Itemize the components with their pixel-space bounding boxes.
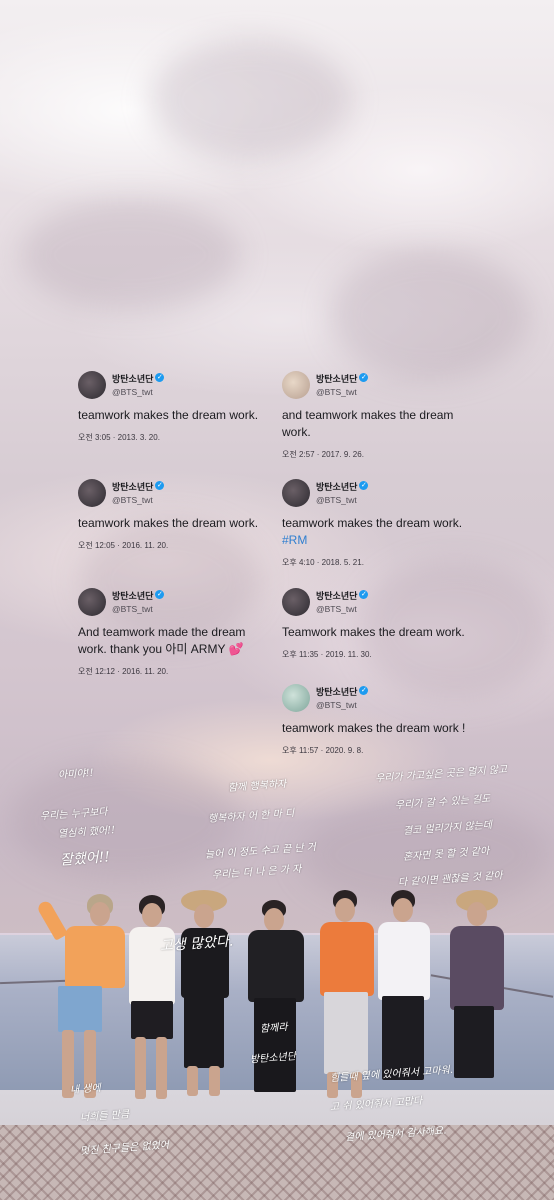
person-figure bbox=[125, 895, 180, 1105]
verified-badge-icon: ✓ bbox=[155, 481, 165, 491]
verified-badge-icon: ✓ bbox=[359, 481, 369, 491]
avatar bbox=[282, 479, 310, 507]
tweet-author: 방탄소년단 bbox=[316, 591, 358, 601]
tweet-date: 2016. 11. 20. bbox=[122, 541, 169, 550]
tweet-card: 방탄소년단 ✓ @BTS_twt teamwork makes the dream… bbox=[78, 478, 278, 551]
person-figure bbox=[175, 890, 240, 1105]
verified-badge-icon: ✓ bbox=[359, 373, 369, 383]
tweet-text-wrap: And teamwork made the dream work. thank … bbox=[78, 624, 263, 658]
tweet-date: 2018. 5. 21. bbox=[321, 558, 364, 567]
tweet-author: 방탄소년단 bbox=[316, 687, 358, 697]
tweet-time: 오전 2:57 bbox=[282, 450, 315, 459]
person-figure bbox=[35, 890, 130, 1105]
cloud bbox=[20, 200, 240, 310]
tweet-time: 오전 12:12 bbox=[78, 667, 115, 676]
tweet-handle: @BTS_twt bbox=[316, 495, 357, 505]
avatar bbox=[282, 371, 310, 399]
avatar bbox=[282, 684, 310, 712]
tweet-date: 2013. 3. 20. bbox=[117, 433, 160, 442]
tweet-text: Teamwork makes the dream work. bbox=[282, 625, 465, 639]
tweet-card: 방탄소년단 ✓ @BTS_twt Teamwork makes the dream… bbox=[282, 587, 482, 660]
tweet-date: 2020. 9. 8. bbox=[325, 746, 364, 755]
handwritten-note: 내 생에 bbox=[69, 1082, 102, 1097]
verified-badge-icon: ✓ bbox=[359, 590, 369, 600]
tweet-text: teamwork makes the dream work. bbox=[282, 516, 463, 530]
tweet-card: 방탄소년단 ✓ @BTS_twt teamwork makes the dream… bbox=[282, 683, 482, 756]
tweet-handle: @BTS_twt bbox=[316, 604, 357, 614]
tweet-handle: @BTS_twt bbox=[316, 700, 357, 710]
handwritten-note: 함께라 bbox=[259, 1022, 288, 1035]
handwritten-note: 아미야!! bbox=[57, 767, 94, 782]
tweet-hashtag[interactable]: #RM bbox=[282, 532, 482, 549]
tweet-time: 오후 4:10 bbox=[282, 558, 315, 567]
tweet-text: teamwork makes the dream work. bbox=[78, 408, 259, 422]
tweet-handle: @BTS_twt bbox=[112, 495, 153, 505]
tweet-text: teamwork makes the dream work. bbox=[78, 516, 259, 530]
tweet-card: 방탄소년단 ✓ @BTS_twt And teamwork made the dr… bbox=[78, 587, 278, 677]
tweet-card: 방탄소년단 ✓ @BTS_twt teamwork makes the dream… bbox=[78, 370, 278, 443]
verified-badge-icon: ✓ bbox=[359, 686, 369, 696]
tweet-card: 방탄소년단 ✓ @BTS_twt and teamwork makes the d… bbox=[282, 370, 482, 460]
tweet-date: 2017. 9. 26. bbox=[321, 450, 364, 459]
tweet-text: And teamwork made the dream work. thank … bbox=[78, 625, 246, 656]
avatar bbox=[78, 588, 106, 616]
cloud bbox=[150, 40, 350, 160]
avatar bbox=[282, 588, 310, 616]
deck-net bbox=[0, 1125, 554, 1200]
verified-badge-icon: ✓ bbox=[155, 590, 165, 600]
tweet-author: 방탄소년단 bbox=[112, 374, 154, 384]
tweet-handle: @BTS_twt bbox=[112, 387, 153, 397]
tweet-text: teamwork makes the dream work ! bbox=[282, 721, 466, 735]
cloud bbox=[330, 250, 530, 380]
tweet-author: 방탄소년단 bbox=[112, 482, 154, 492]
tweet-handle: @BTS_twt bbox=[316, 387, 357, 397]
tweet-author: 방탄소년단 bbox=[112, 591, 154, 601]
tweet-text: and teamwork makes the dream work. bbox=[282, 408, 454, 439]
tweet-time: 오후 11:35 bbox=[282, 650, 319, 659]
heart-icon: 💕 bbox=[228, 642, 244, 656]
avatar bbox=[78, 371, 106, 399]
tweet-time: 오후 11:57 bbox=[282, 746, 319, 755]
tweet-time: 오전 3:05 bbox=[78, 433, 111, 442]
tweet-card: 방탄소년단 ✓ @BTS_twt teamwork makes the dream… bbox=[282, 478, 482, 568]
tweet-time: 오전 12:05 bbox=[78, 541, 115, 550]
tweet-handle: @BTS_twt bbox=[112, 604, 153, 614]
tweet-date: 2016. 11. 20. bbox=[122, 667, 169, 676]
tweet-author: 방탄소년단 bbox=[316, 374, 358, 384]
handwritten-note: 잘했어!! bbox=[59, 849, 111, 869]
verified-badge-icon: ✓ bbox=[155, 373, 165, 383]
tweet-author: 방탄소년단 bbox=[316, 482, 358, 492]
tweet-date: 2019. 11. 30. bbox=[325, 650, 372, 659]
avatar bbox=[78, 479, 106, 507]
person-figure bbox=[238, 900, 313, 1105]
